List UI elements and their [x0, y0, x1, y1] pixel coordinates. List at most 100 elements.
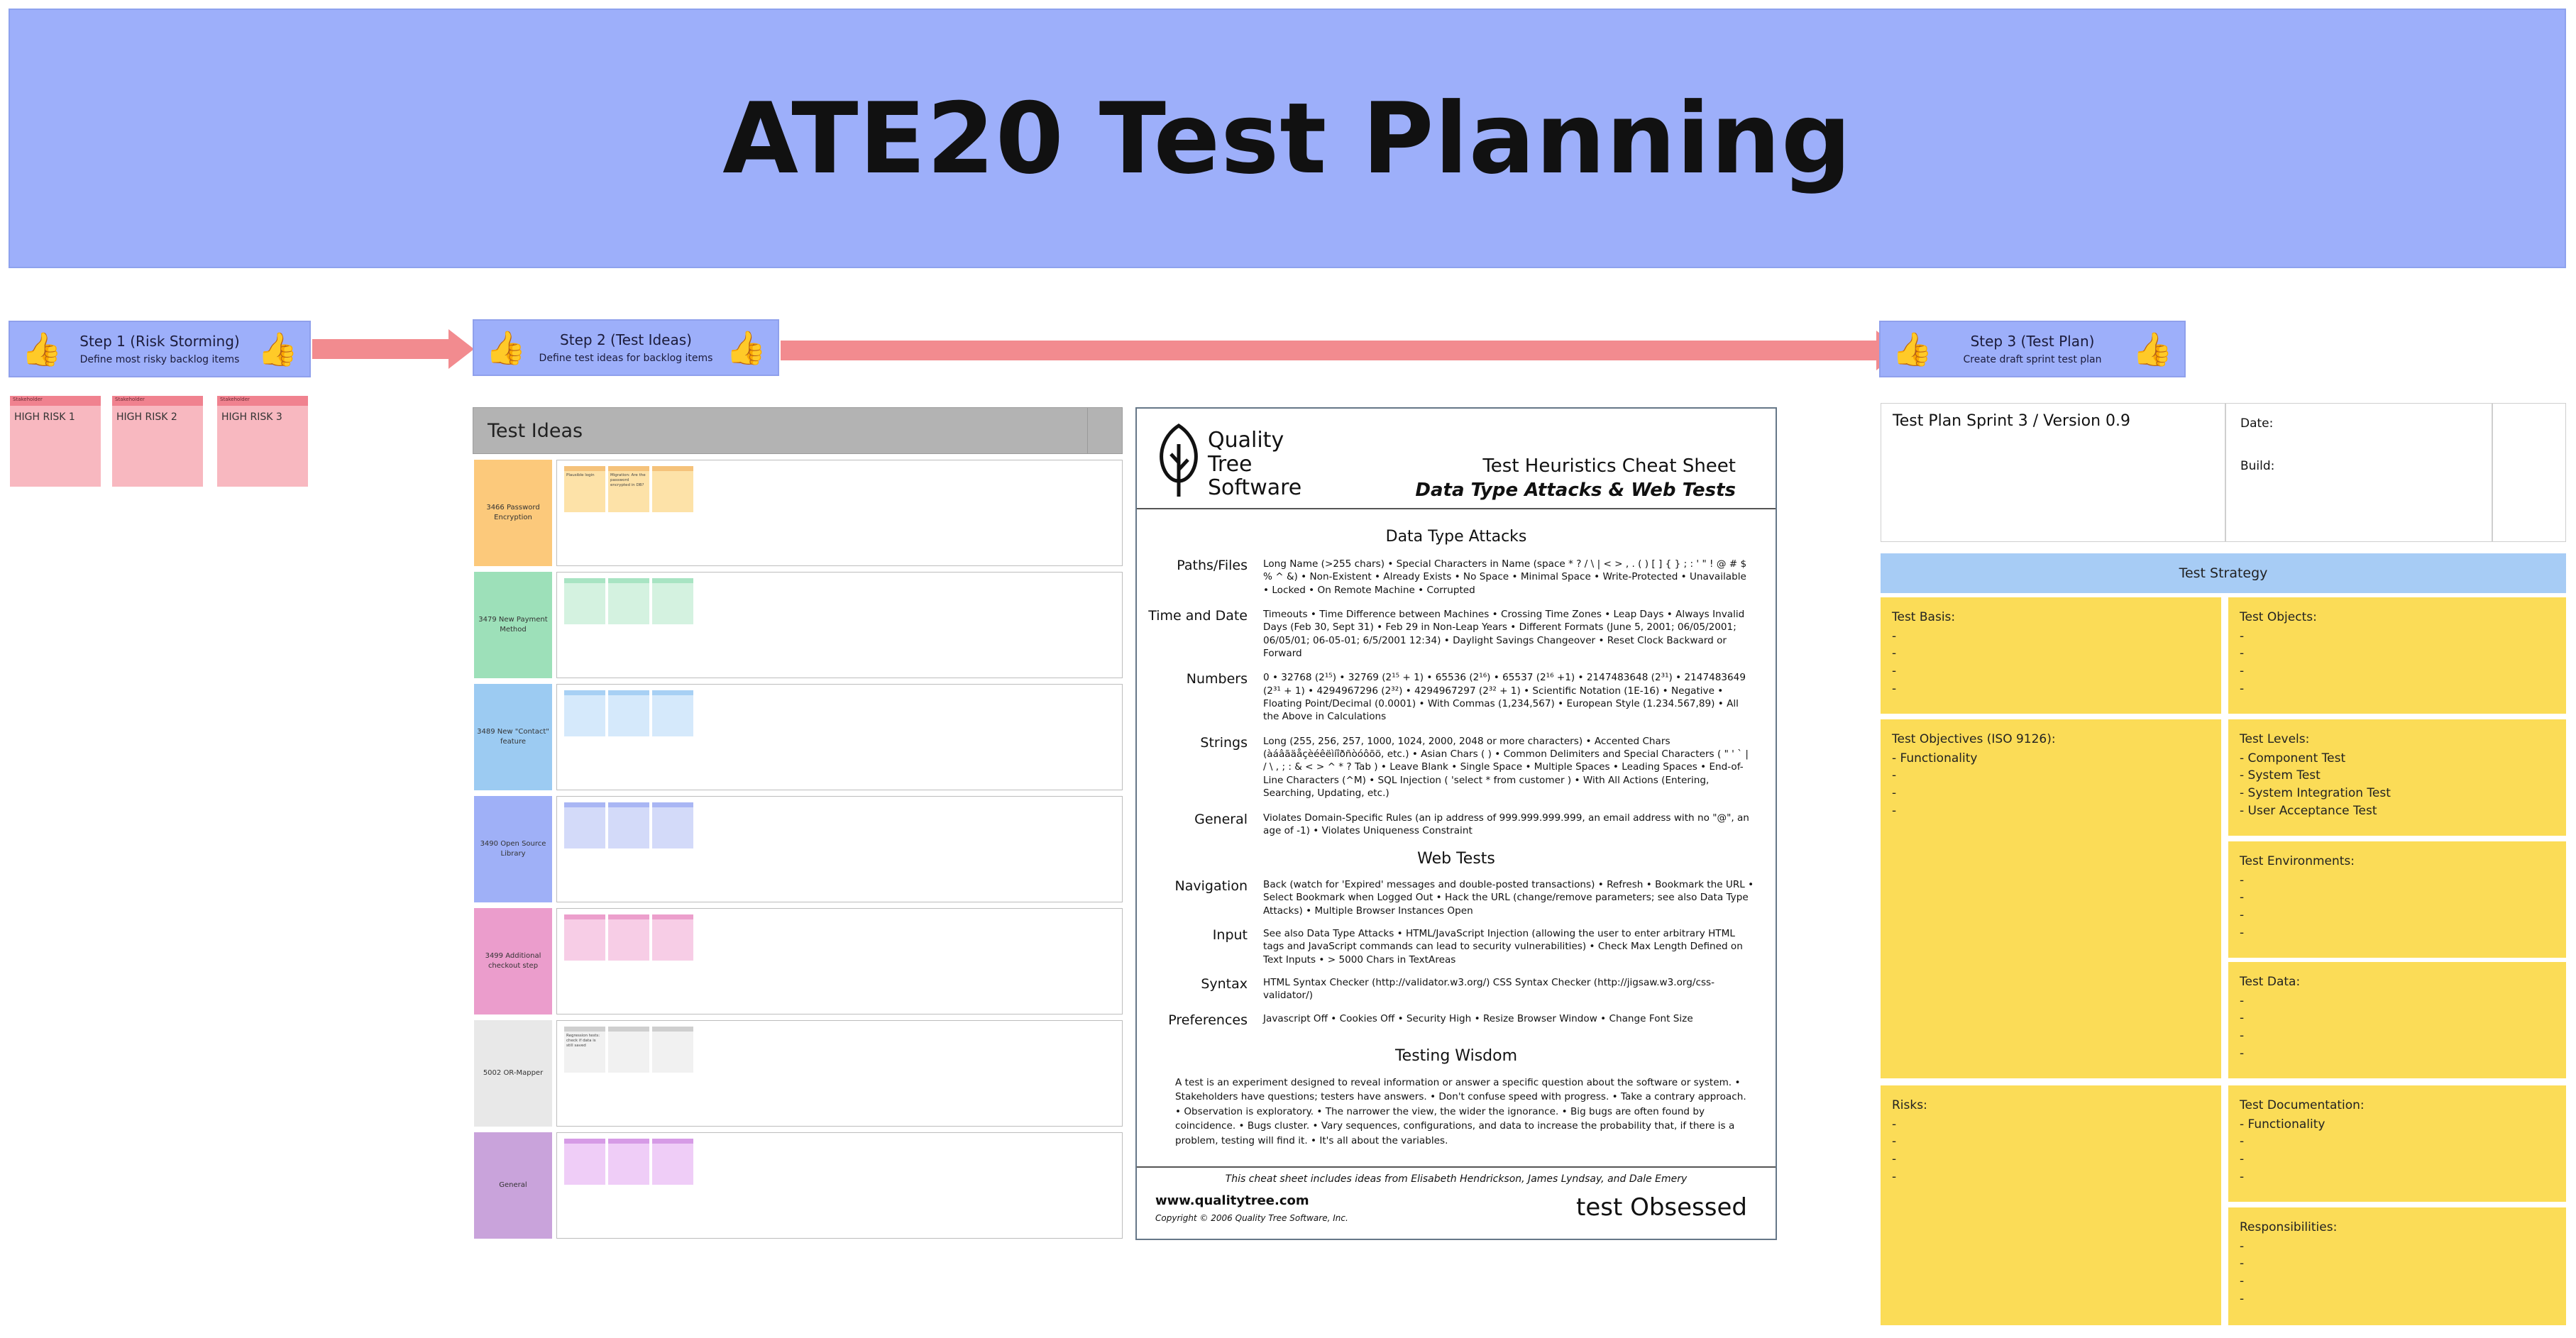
idea-sticky-note[interactable]: Regression tests: check if data is still… — [564, 1027, 605, 1073]
thumbs-up-icon: 👍 — [257, 330, 298, 368]
idea-category-card[interactable]: 3499 Additional checkout step — [474, 908, 552, 1014]
test-documentation-box[interactable]: Test Documentation: - Functionality - - - — [2228, 1085, 2566, 1202]
box-line: - — [2240, 681, 2245, 696]
risk-sticky-note[interactable]: Stakeholder HIGH RISK 2 — [112, 396, 203, 487]
idea-notes-panel[interactable]: Regression tests: check if data is still… — [556, 1020, 1123, 1127]
risk-sticky-note[interactable]: Stakeholder HIGH RISK 3 — [217, 396, 308, 487]
test-levels-box[interactable]: Test Levels: - Component Test - System Tes… — [2228, 719, 2566, 836]
test-data-box[interactable]: Test Data: - - - - — [2228, 962, 2566, 1078]
idea-sticky-note[interactable] — [564, 1139, 605, 1185]
test-environments-box[interactable]: Test Environments: - - - - — [2228, 841, 2566, 958]
idea-sticky-note[interactable] — [652, 466, 693, 512]
test-ideas-header: Test Ideas — [473, 407, 1123, 454]
brand-name: Quality Tree Software — [1208, 429, 1301, 500]
step-subtitle: Create draft sprint test plan — [1963, 354, 2102, 365]
note-text — [564, 1144, 605, 1148]
responsibilities-box[interactable]: Responsibilities: - - - - — [2228, 1207, 2566, 1325]
note-tag: Stakeholder — [115, 397, 145, 402]
box-line: - — [2240, 1169, 2245, 1184]
wisdom-text: A test is an experiment designed to reve… — [1175, 1077, 1746, 1146]
box-line: - — [2240, 1239, 2245, 1254]
cheat-row-label: Strings — [1200, 734, 1248, 751]
note-text — [564, 695, 605, 700]
idea-sticky-note[interactable] — [652, 690, 693, 736]
cheat-row: Preferences Javascript Off • Cookies Off … — [1144, 1012, 1754, 1028]
idea-sticky-note[interactable] — [608, 1139, 649, 1185]
idea-sticky-note[interactable] — [608, 914, 649, 961]
idea-sticky-note[interactable] — [652, 1027, 693, 1073]
idea-notes-panel[interactable] — [556, 572, 1123, 678]
test-strategy-header: Test Strategy — [1881, 553, 2566, 593]
cheat-row: Navigation Back (watch for 'Expired' mess… — [1144, 878, 1754, 917]
box-line: - — [1892, 803, 1897, 818]
box-line: - Functionality — [2240, 1117, 2325, 1132]
test-objectives-box[interactable]: Test Objectives (ISO 9126): - Functionali… — [1881, 719, 2221, 1078]
risk-label: HIGH RISK 3 — [221, 411, 282, 423]
note-text — [652, 1144, 693, 1148]
header-divider — [1087, 408, 1122, 453]
risk-sticky-note[interactable]: Stakeholder HIGH RISK 1 — [10, 396, 101, 487]
idea-sticky-note[interactable] — [652, 578, 693, 624]
idea-sticky-note[interactable] — [564, 914, 605, 961]
box-title: Test Objectives (ISO 9126): — [1892, 732, 2056, 746]
idea-category-card[interactable]: General — [474, 1132, 552, 1239]
idea-notes-panel[interactable] — [556, 684, 1123, 790]
idea-category-card[interactable]: 3479 New Payment Method — [474, 572, 552, 678]
idea-sticky-note[interactable] — [652, 802, 693, 848]
cheat-row-label: General — [1194, 811, 1248, 827]
cheat-row-text: Javascript Off • Cookies Off • Security … — [1263, 1012, 1693, 1024]
box-line: - — [2240, 663, 2245, 678]
note-text — [564, 807, 605, 812]
box-line: - Component Test — [2240, 751, 2346, 765]
idea-category-card[interactable]: 3466 Password Encryption — [474, 460, 552, 566]
box-line: - — [1892, 1169, 1897, 1184]
step-3-header[interactable]: 👍 Step 3 (Test Plan) Create draft sprint … — [1879, 321, 2186, 377]
idea-sticky-note[interactable] — [608, 690, 649, 736]
idea-sticky-note[interactable] — [608, 802, 649, 848]
test-objects-box[interactable]: Test Objects: - - - - — [2228, 597, 2566, 714]
idea-notes-panel[interactable]: Plausible login Migration: Are the passwo… — [556, 460, 1123, 566]
brand-line: Quality — [1208, 428, 1284, 453]
idea-notes-panel[interactable] — [556, 1132, 1123, 1239]
note-text — [652, 1032, 693, 1036]
idea-sticky-note[interactable] — [564, 802, 605, 848]
idea-sticky-note[interactable] — [652, 1139, 693, 1185]
idea-category-card[interactable]: 3489 New "Contact" feature — [474, 684, 552, 790]
note-text — [652, 695, 693, 700]
brand-line: Software — [1208, 475, 1302, 501]
thumbs-up-icon: 👍 — [21, 330, 62, 368]
step-title: Step 2 (Test Ideas) — [560, 331, 692, 348]
idea-notes-panel[interactable] — [556, 796, 1123, 902]
thumbs-up-icon: 👍 — [1892, 330, 1933, 368]
risks-box[interactable]: Risks: - - - - — [1881, 1085, 2221, 1325]
idea-sticky-note[interactable]: Migration: Are the password encrypted in… — [608, 466, 649, 512]
step-2-header[interactable]: 👍 Step 2 (Test Ideas) Define test ideas f… — [473, 319, 779, 376]
box-line: - — [1892, 1117, 1897, 1132]
idea-sticky-note[interactable] — [564, 690, 605, 736]
idea-sticky-note[interactable] — [608, 1027, 649, 1073]
idea-category-card[interactable]: 5002 OR-Mapper — [474, 1020, 552, 1127]
idea-sticky-note[interactable] — [608, 578, 649, 624]
flow-arrow-head — [448, 329, 474, 369]
idea-sticky-note[interactable] — [652, 914, 693, 961]
idea-sticky-note[interactable]: Plausible login — [564, 466, 605, 512]
cheat-row-text: 0 • 32768 (2¹⁵) • 32769 (2¹⁵ + 1) • 6553… — [1263, 672, 1746, 723]
box-line: - User Acceptance Test — [2240, 803, 2377, 818]
idea-category-card[interactable]: 3490 Open Source Library — [474, 796, 552, 902]
cheat-row-label: Paths/Files — [1177, 558, 1248, 573]
test-ideas-title: Test Ideas — [488, 419, 583, 442]
box-line: - System Integration Test — [2240, 785, 2391, 800]
cheat-row: Input See also Data Type Attacks • HTML/J… — [1144, 927, 1754, 966]
test-basis-box[interactable]: Test Basis: - - - - — [1881, 597, 2221, 714]
note-text — [652, 919, 693, 924]
step-1-header[interactable]: 👍 Step 1 (Risk Storming) Define most risk… — [9, 321, 311, 377]
box-line: - — [1892, 629, 1897, 643]
box-line: - — [2240, 1011, 2245, 1026]
empty-cell — [2492, 403, 2566, 542]
website-link[interactable]: www.qualitytree.com — [1155, 1193, 1309, 1208]
idea-sticky-note[interactable] — [564, 578, 605, 624]
box-line: - — [2240, 1291, 2245, 1306]
cheat-row-text: Violates Domain-Specific Rules (an ip ad… — [1263, 812, 1749, 836]
box-title: Test Basis: — [1892, 610, 1956, 624]
idea-notes-panel[interactable] — [556, 908, 1123, 1014]
